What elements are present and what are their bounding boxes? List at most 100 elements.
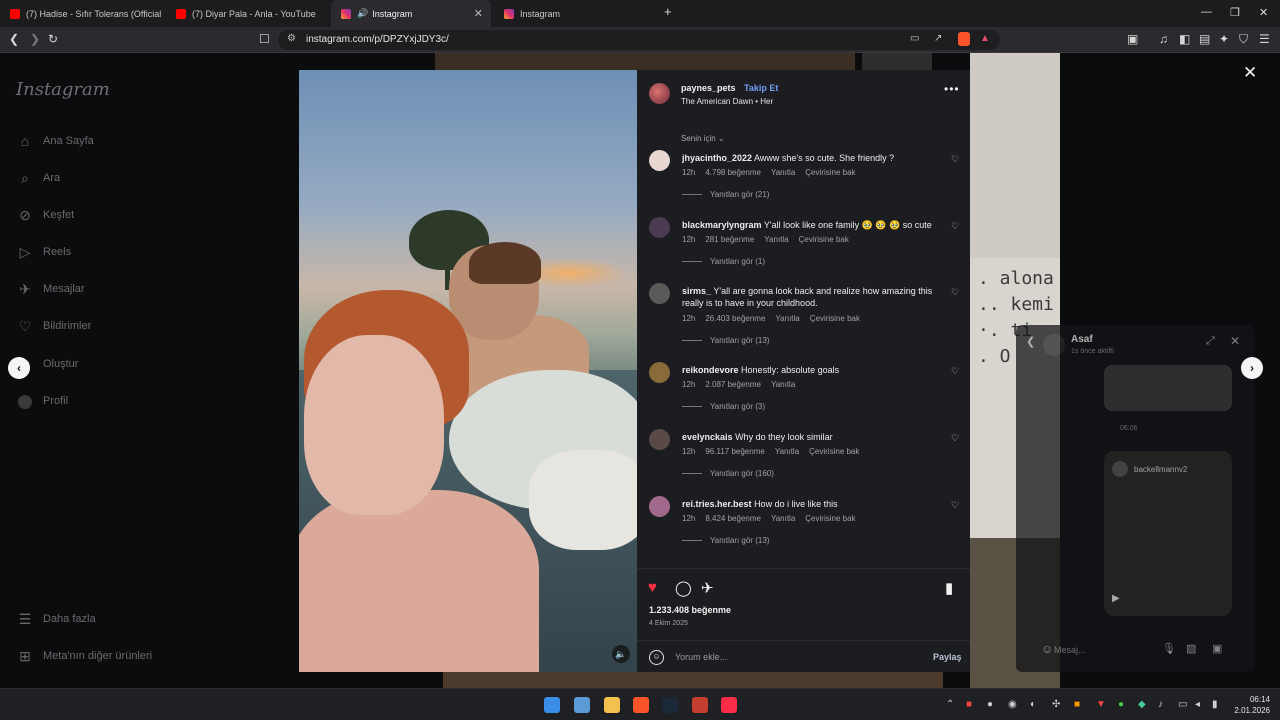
- restore-icon[interactable]: ❐: [1230, 6, 1240, 19]
- likes-count[interactable]: 1.233.408 beğenme: [649, 605, 731, 615]
- wallet-icon[interactable]: ▤: [1199, 32, 1210, 46]
- more-options-icon[interactable]: •••: [944, 82, 960, 96]
- comment-likes[interactable]: 8.424 beğenme: [705, 514, 761, 523]
- view-replies-button[interactable]: Yanıtları gör (3): [682, 402, 765, 411]
- expand-icon[interactable]: ⤢: [1206, 335, 1215, 348]
- sidebar-icon[interactable]: ◧: [1179, 32, 1190, 46]
- commenter-avatar[interactable]: [649, 496, 670, 517]
- comment-likes[interactable]: 4.798 beğenme: [705, 168, 761, 177]
- previous-post-button[interactable]: ‹: [8, 357, 30, 379]
- comment-like-heart-icon[interactable]: ♡: [951, 287, 959, 298]
- tray-app-icon[interactable]: ●: [987, 699, 993, 710]
- sidebar-item-messages[interactable]: ✈ Mesajlar: [16, 280, 84, 298]
- post-audio-subtitle[interactable]: The American Dawn • Her: [681, 97, 773, 106]
- microphone-icon[interactable]: ♪: [1158, 699, 1163, 710]
- new-tab-button[interactable]: +: [664, 4, 672, 19]
- commenter-username[interactable]: evelynckais: [682, 432, 733, 442]
- tray-app-icon[interactable]: ▼: [1096, 699, 1106, 710]
- steam-icon[interactable]: [662, 697, 678, 713]
- commenter-username[interactable]: jhyacintho_2022: [682, 153, 752, 163]
- translate-button[interactable]: Çevirisine bak: [805, 168, 855, 177]
- sidebar-item-search[interactable]: ⌕ Ara: [16, 169, 60, 187]
- comment-like-heart-icon[interactable]: ♡: [951, 366, 959, 377]
- sidebar-item-explore[interactable]: ⊘ Keşfet: [16, 206, 74, 224]
- save-bookmark-icon[interactable]: ▮: [945, 579, 953, 597]
- commenter-avatar[interactable]: [649, 217, 670, 238]
- sidebar-item-notifications[interactable]: ♡ Bildirimler: [16, 317, 92, 335]
- leo-ai-icon[interactable]: ✦: [1219, 32, 1229, 46]
- commenter-avatar[interactable]: [649, 429, 670, 450]
- view-replies-button[interactable]: Yanıtları gör (21): [682, 190, 769, 199]
- follow-button[interactable]: Takip Et: [744, 83, 778, 93]
- image-icon[interactable]: ▨: [1186, 642, 1196, 655]
- music-icon[interactable]: ♫: [1159, 32, 1168, 46]
- translate-button[interactable]: Çevirisine bak: [810, 314, 860, 323]
- tray-app-icon[interactable]: ■: [1074, 699, 1080, 710]
- share-icon[interactable]: ✈: [701, 579, 714, 597]
- comment-likes[interactable]: 2.087 beğenme: [705, 380, 761, 389]
- view-replies-button[interactable]: Yanıtları gör (13): [682, 336, 769, 345]
- tab-instagram[interactable]: Instagram: [494, 0, 654, 27]
- next-post-button[interactable]: ›: [1241, 357, 1263, 379]
- steam-tray-icon[interactable]: ◉: [1008, 699, 1017, 710]
- tray-chevron-icon[interactable]: ⌃: [946, 699, 954, 710]
- close-icon[interactable]: ✕: [1230, 334, 1240, 348]
- commenter-avatar[interactable]: [649, 362, 670, 383]
- tab-instagram-active[interactable]: 🔊 Instagram ✕: [331, 0, 491, 27]
- minimize-icon[interactable]: —: [1201, 6, 1212, 18]
- cast-icon[interactable]: ▭: [910, 33, 919, 44]
- comment-likes[interactable]: 96.117 beğenme: [705, 447, 764, 456]
- comment-input[interactable]: Yorum ekle...: [675, 652, 727, 662]
- tray-app-icon[interactable]: ◆: [1138, 699, 1146, 710]
- site-info-icon[interactable]: ⚙: [287, 33, 296, 44]
- address-bar[interactable]: ⚙ instagram.com/p/DPZYxjJDY3c/ ▭ ↗ ▲: [278, 30, 1000, 50]
- view-replies-button[interactable]: Yanıtları gör (160): [682, 469, 774, 478]
- share-icon[interactable]: ↗: [934, 33, 942, 44]
- sidebar-item-profile[interactable]: Profil: [16, 392, 68, 410]
- reply-button[interactable]: Yanıtla: [764, 235, 788, 244]
- like-heart-icon[interactable]: ♥: [648, 579, 657, 596]
- tab-hadise[interactable]: (7) Hadise - Sıfır Tolerans (Official Vi…: [0, 0, 163, 27]
- sidebar-panel-icon[interactable]: ▣: [1127, 32, 1138, 46]
- tray-app-icon[interactable]: ●: [1118, 699, 1124, 710]
- tab-diyar-pala[interactable]: (7) Diyar Pala - Anla - YouTube: [166, 0, 329, 27]
- brave-browser-icon[interactable]: [633, 697, 649, 713]
- reply-button[interactable]: Yanıtla: [771, 514, 795, 523]
- emoji-icon[interactable]: ☺: [1041, 642, 1053, 656]
- reply-button[interactable]: Yanıtla: [771, 168, 795, 177]
- vpn-shield-icon[interactable]: ⛉: [1239, 32, 1248, 46]
- comment-like-heart-icon[interactable]: ♡: [951, 433, 959, 444]
- sidebar-item-reels[interactable]: ▷ Reels: [16, 243, 72, 261]
- brave-shields-icon[interactable]: [958, 32, 970, 46]
- commenter-username[interactable]: rei.tries.her.best: [682, 499, 752, 509]
- system-clock[interactable]: 06:14 2.01.2026: [1226, 694, 1270, 716]
- volume-icon[interactable]: ◂: [1195, 699, 1200, 710]
- translate-button[interactable]: Çevirisine bak: [809, 447, 859, 456]
- start-icon[interactable]: [544, 697, 560, 713]
- close-icon[interactable]: ✕: [1243, 63, 1257, 83]
- shared-reel-card[interactable]: backellmannv2 ▶: [1104, 451, 1232, 616]
- comment-icon[interactable]: ◯: [675, 579, 692, 597]
- sidebar-item-home[interactable]: ⌂ Ana Sayfa: [16, 132, 94, 150]
- back-icon[interactable]: ❮: [1026, 335, 1035, 348]
- menu-icon[interactable]: ☰: [1259, 32, 1270, 46]
- comment-like-heart-icon[interactable]: ♡: [951, 221, 959, 232]
- tray-app-icon[interactable]: ◐: [1030, 699, 1036, 710]
- commenter-avatar[interactable]: [649, 283, 670, 304]
- file-explorer-icon[interactable]: [604, 697, 620, 713]
- commenter-username[interactable]: reikondevore: [682, 365, 739, 375]
- comment-sort-dropdown[interactable]: Senin için ⌄: [681, 134, 725, 143]
- bookmark-icon[interactable]: ☐: [259, 32, 270, 46]
- brave-rewards-icon[interactable]: ▲: [980, 33, 990, 44]
- forward-icon[interactable]: ❯: [30, 32, 40, 46]
- translate-button[interactable]: Çevirisine bak: [799, 235, 849, 244]
- sidebar-item-meta[interactable]: ⊞ Meta'nın diğer ürünleri: [16, 647, 152, 665]
- translate-button[interactable]: Çevirisine bak: [805, 514, 855, 523]
- author-avatar[interactable]: [649, 83, 670, 104]
- author-username[interactable]: paynes_pets: [681, 83, 736, 93]
- reply-button[interactable]: Yanıtla: [775, 314, 799, 323]
- reply-button[interactable]: Yanıtla: [771, 380, 795, 389]
- commenter-username[interactable]: sirms_: [682, 286, 711, 296]
- sidebar-item-more[interactable]: ☰ Daha fazla: [16, 610, 96, 628]
- comment-like-heart-icon[interactable]: ♡: [951, 500, 959, 511]
